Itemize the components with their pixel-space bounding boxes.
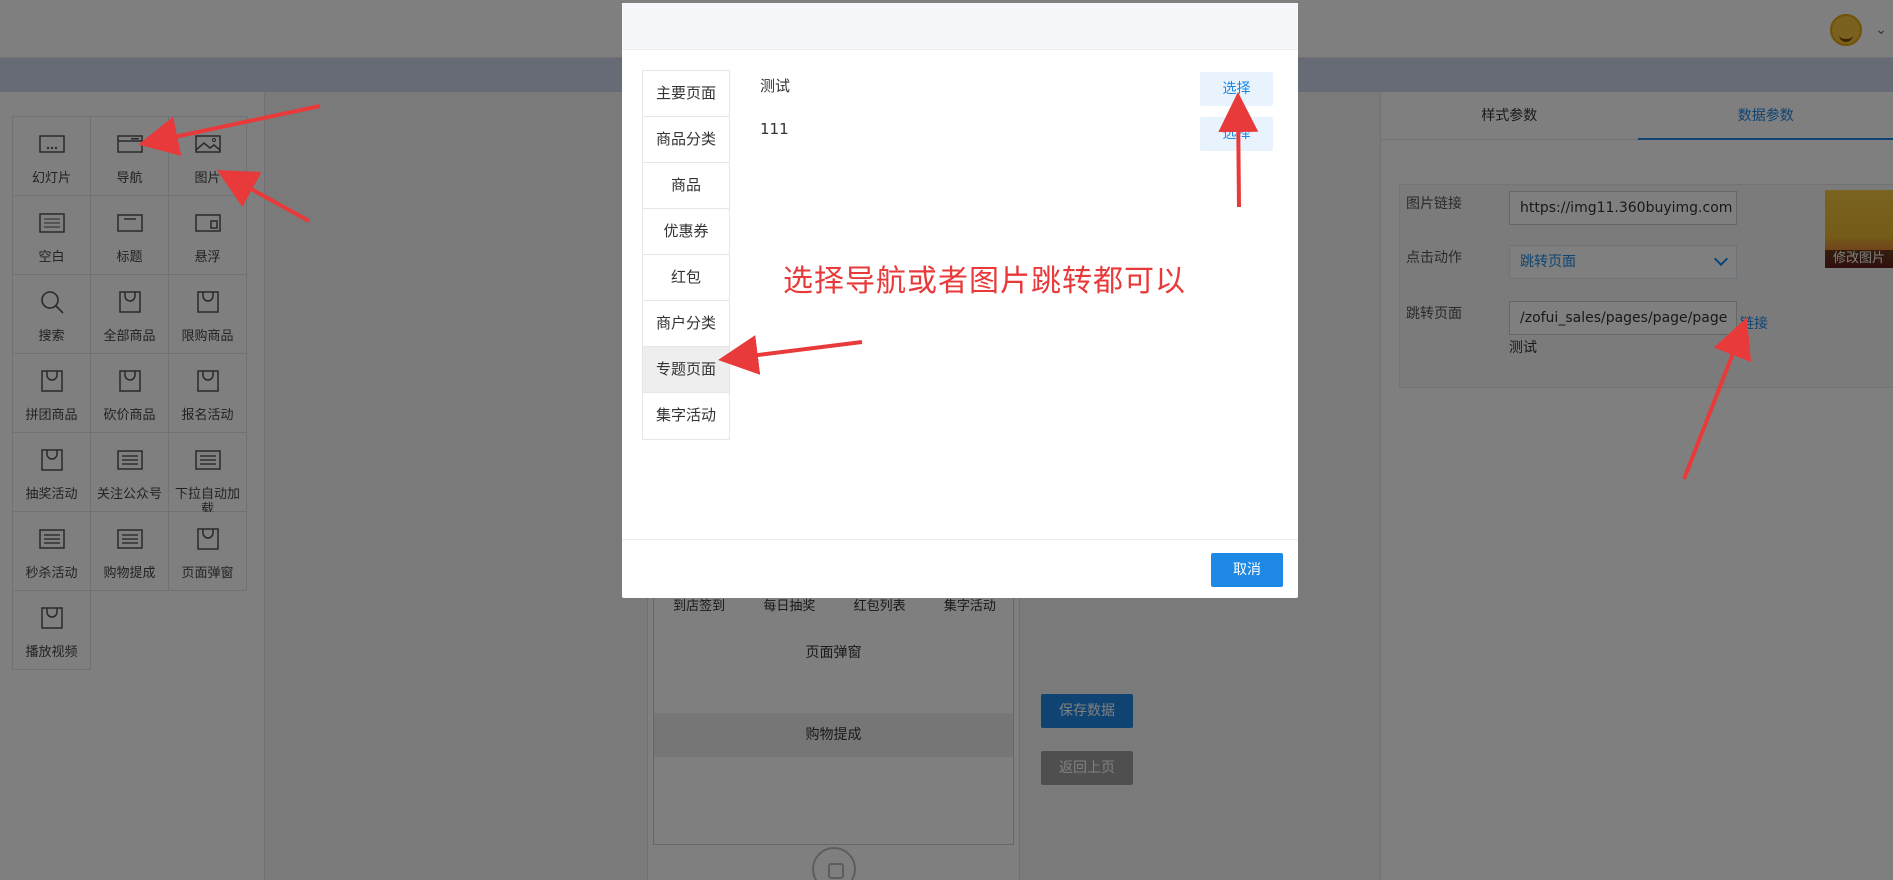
cancel-button[interactable]: 取消 [1211,553,1283,587]
category-item[interactable]: 专题页面 [643,347,729,393]
select-button[interactable]: 选择 [1200,72,1273,106]
category-list: 主要页面 商品分类 商品 优惠券 红包 商户分类 专题页面 集字活动 [642,70,730,440]
result-item-name: 111 [760,120,789,138]
select-button[interactable]: 选择 [1200,117,1273,151]
modal-footer-divider [622,539,1298,540]
modal-header [622,3,1298,50]
category-item[interactable]: 集字活动 [643,393,729,439]
category-item[interactable]: 商户分类 [643,301,729,347]
category-item[interactable]: 商品分类 [643,117,729,163]
category-item[interactable]: 商品 [643,163,729,209]
category-item[interactable]: 红包 [643,255,729,301]
category-item[interactable]: 主要页面 [643,71,729,117]
result-item-name: 测试 [760,77,791,95]
category-item[interactable]: 优惠券 [643,209,729,255]
annotation-text: 选择导航或者图片跳转都可以 [783,264,1186,299]
link-picker-modal: 主要页面 商品分类 商品 优惠券 红包 商户分类 专题页面 集字活动 测试 选择 111 选择… [622,3,1298,598]
